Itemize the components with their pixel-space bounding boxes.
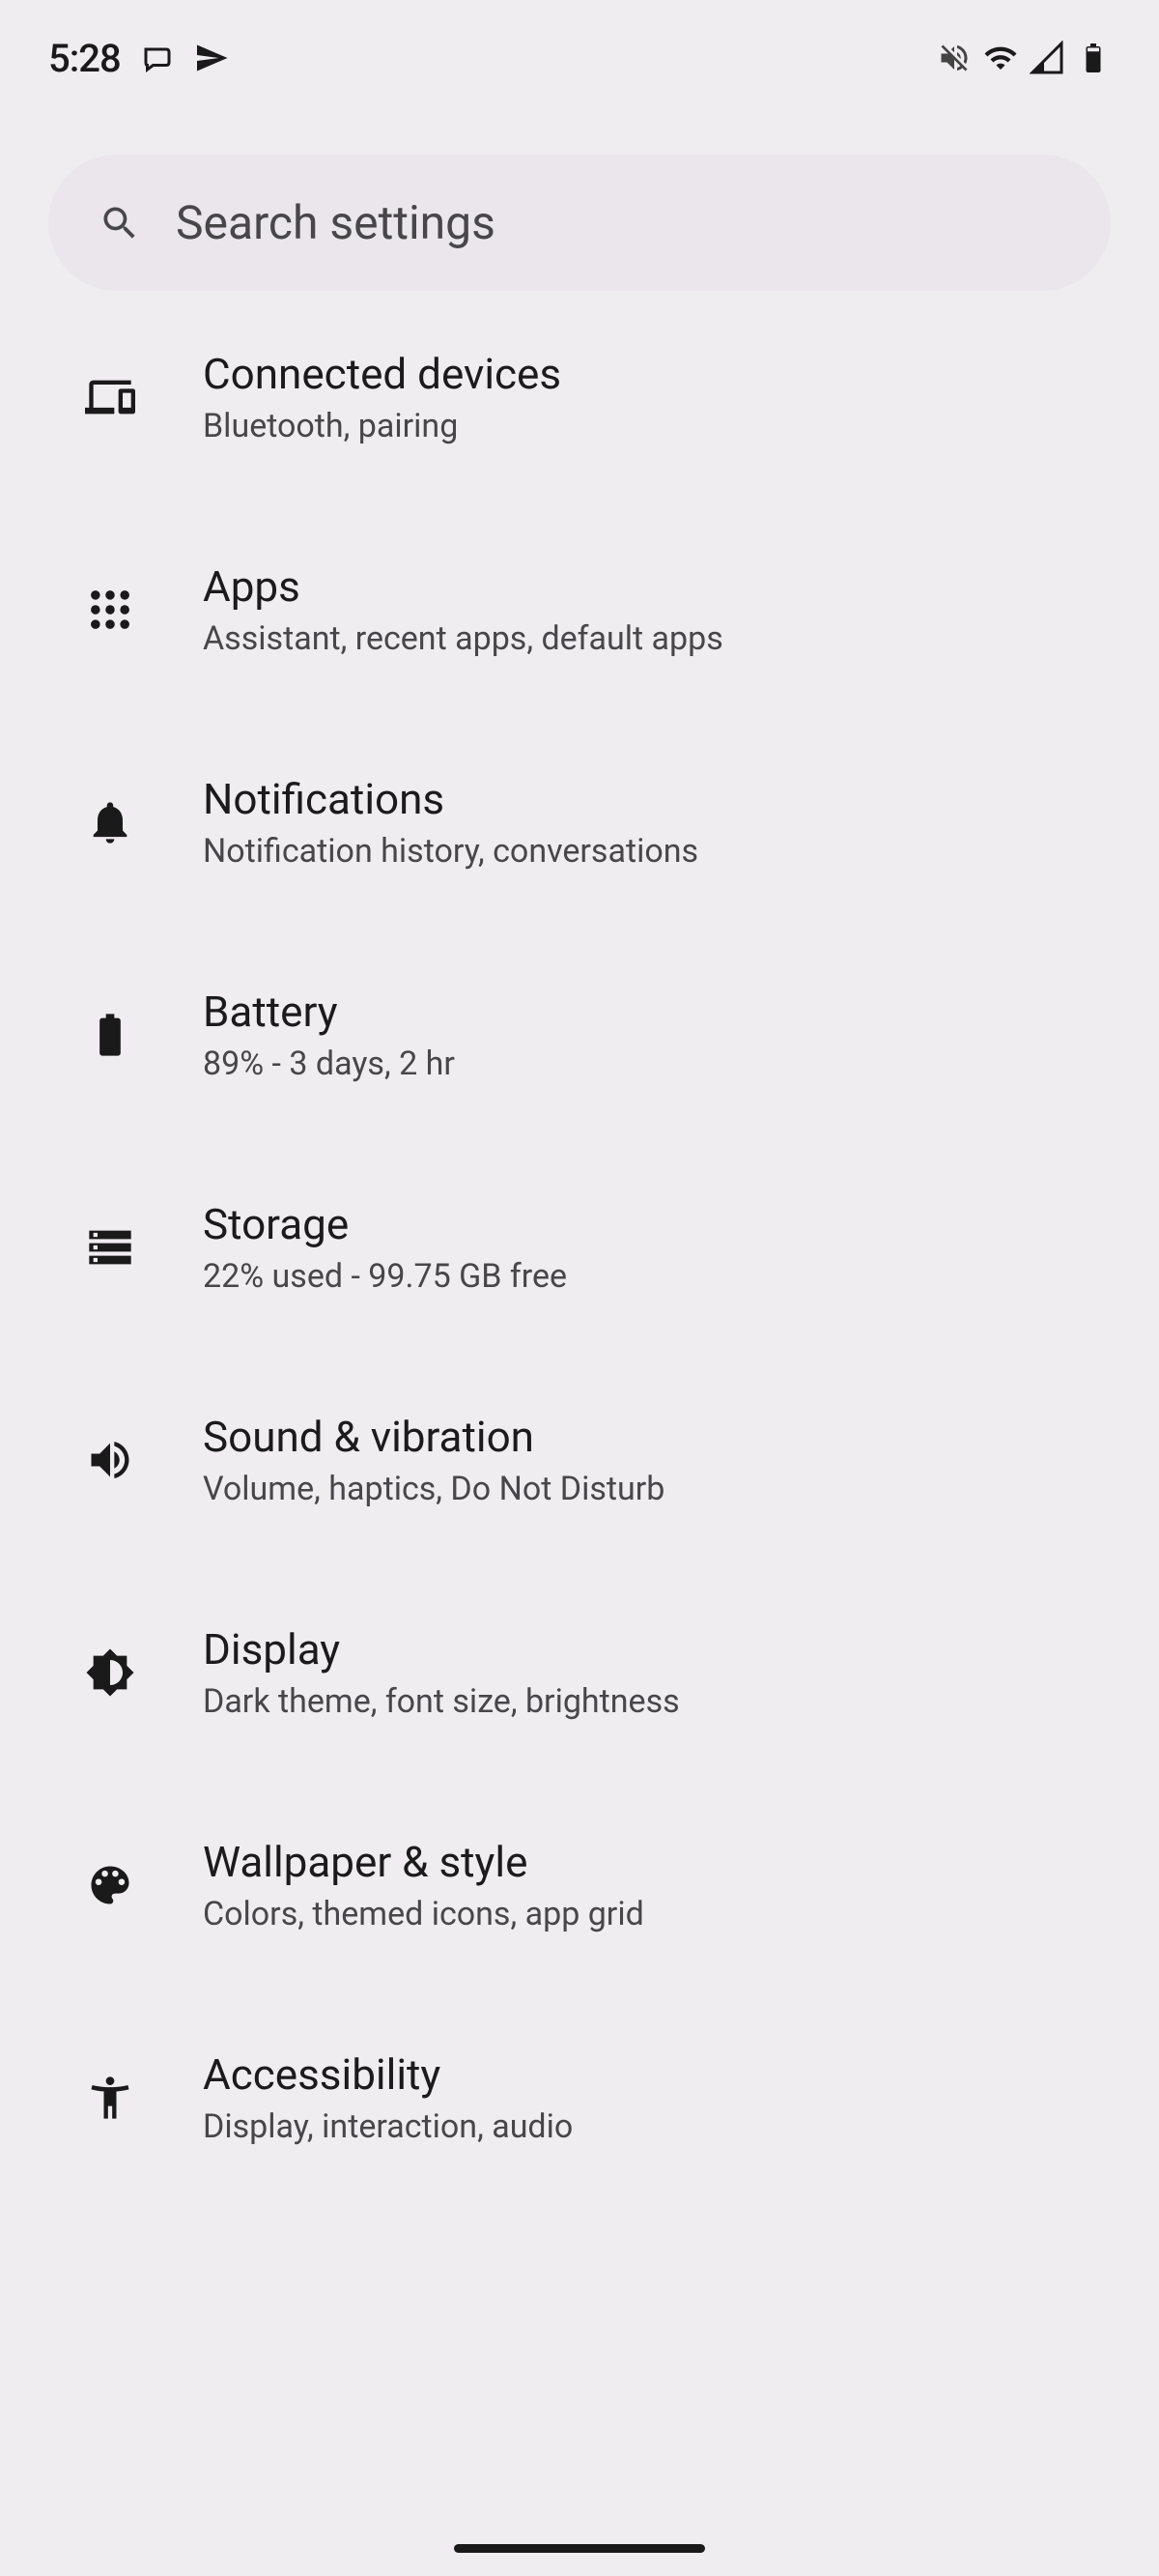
item-title: Apps bbox=[203, 561, 723, 612]
settings-item-accessibility[interactable]: Accessibility Display, interaction, audi… bbox=[0, 1991, 1159, 2204]
settings-item-connected-devices[interactable]: Connected devices Bluetooth, pairing bbox=[0, 320, 1159, 503]
item-subtitle: 89% - 3 days, 2 hr bbox=[203, 1045, 455, 1083]
settings-item-sound[interactable]: Sound & vibration Volume, haptics, Do No… bbox=[0, 1354, 1159, 1566]
item-text: Storage 22% used - 99.75 GB free bbox=[203, 1199, 567, 1296]
battery-icon bbox=[85, 1010, 135, 1060]
settings-item-wallpaper[interactable]: Wallpaper & style Colors, themed icons, … bbox=[0, 1779, 1159, 1991]
item-title: Sound & vibration bbox=[203, 1412, 664, 1462]
item-text: Connected devices Bluetooth, pairing bbox=[203, 349, 561, 445]
item-subtitle: Volume, haptics, Do Not Disturb bbox=[203, 1470, 664, 1508]
item-text: Accessibility Display, interaction, audi… bbox=[203, 2049, 573, 2146]
battery-status-icon bbox=[1076, 41, 1111, 75]
item-subtitle: Notification history, conversations bbox=[203, 832, 698, 871]
item-title: Wallpaper & style bbox=[203, 1837, 644, 1887]
item-text: Wallpaper & style Colors, themed icons, … bbox=[203, 1837, 644, 1933]
apps-icon bbox=[85, 585, 135, 635]
item-text: Display Dark theme, font size, brightnes… bbox=[203, 1624, 680, 1721]
message-notification-icon bbox=[140, 41, 175, 75]
search-icon bbox=[99, 202, 141, 244]
wifi-icon bbox=[983, 41, 1018, 75]
search-settings-bar[interactable]: Search settings bbox=[48, 155, 1111, 291]
item-subtitle: Display, interaction, audio bbox=[203, 2107, 573, 2146]
item-text: Battery 89% - 3 days, 2 hr bbox=[203, 987, 455, 1083]
item-subtitle: Colors, themed icons, app grid bbox=[203, 1895, 644, 1933]
volume-icon bbox=[85, 1435, 135, 1485]
item-subtitle: Bluetooth, pairing bbox=[203, 407, 561, 445]
settings-item-battery[interactable]: Battery 89% - 3 days, 2 hr bbox=[0, 929, 1159, 1141]
item-title: Notifications bbox=[203, 774, 698, 824]
status-bar: 5:28 bbox=[0, 0, 1159, 97]
settings-item-apps[interactable]: Apps Assistant, recent apps, default app… bbox=[0, 503, 1159, 716]
item-text: Apps Assistant, recent apps, default app… bbox=[203, 561, 723, 658]
item-subtitle: Assistant, recent apps, default apps bbox=[203, 619, 723, 658]
navigation-handle[interactable] bbox=[454, 2544, 705, 2553]
item-title: Accessibility bbox=[203, 2049, 573, 2100]
item-title: Connected devices bbox=[203, 349, 561, 399]
status-right bbox=[937, 41, 1111, 75]
devices-icon bbox=[85, 372, 135, 422]
settings-list: Connected devices Bluetooth, pairing App… bbox=[0, 320, 1159, 2204]
item-text: Sound & vibration Volume, haptics, Do No… bbox=[203, 1412, 664, 1508]
item-text: Notifications Notification history, conv… bbox=[203, 774, 698, 871]
mute-icon bbox=[937, 41, 972, 75]
send-notification-icon bbox=[194, 41, 229, 75]
palette-icon bbox=[85, 1860, 135, 1910]
item-subtitle: 22% used - 99.75 GB free bbox=[203, 1257, 567, 1296]
item-title: Display bbox=[203, 1624, 680, 1674]
storage-icon bbox=[85, 1222, 135, 1273]
item-title: Storage bbox=[203, 1199, 567, 1249]
accessibility-icon bbox=[85, 2073, 135, 2123]
settings-item-storage[interactable]: Storage 22% used - 99.75 GB free bbox=[0, 1141, 1159, 1354]
brightness-icon bbox=[85, 1647, 135, 1698]
status-left: 5:28 bbox=[48, 36, 229, 81]
settings-item-display[interactable]: Display Dark theme, font size, brightnes… bbox=[0, 1566, 1159, 1779]
clock: 5:28 bbox=[48, 36, 121, 81]
settings-item-notifications[interactable]: Notifications Notification history, conv… bbox=[0, 716, 1159, 929]
item-subtitle: Dark theme, font size, brightness bbox=[203, 1682, 680, 1721]
search-placeholder: Search settings bbox=[176, 195, 495, 250]
signal-icon bbox=[1030, 41, 1064, 75]
item-title: Battery bbox=[203, 987, 455, 1037]
bell-icon bbox=[85, 797, 135, 847]
